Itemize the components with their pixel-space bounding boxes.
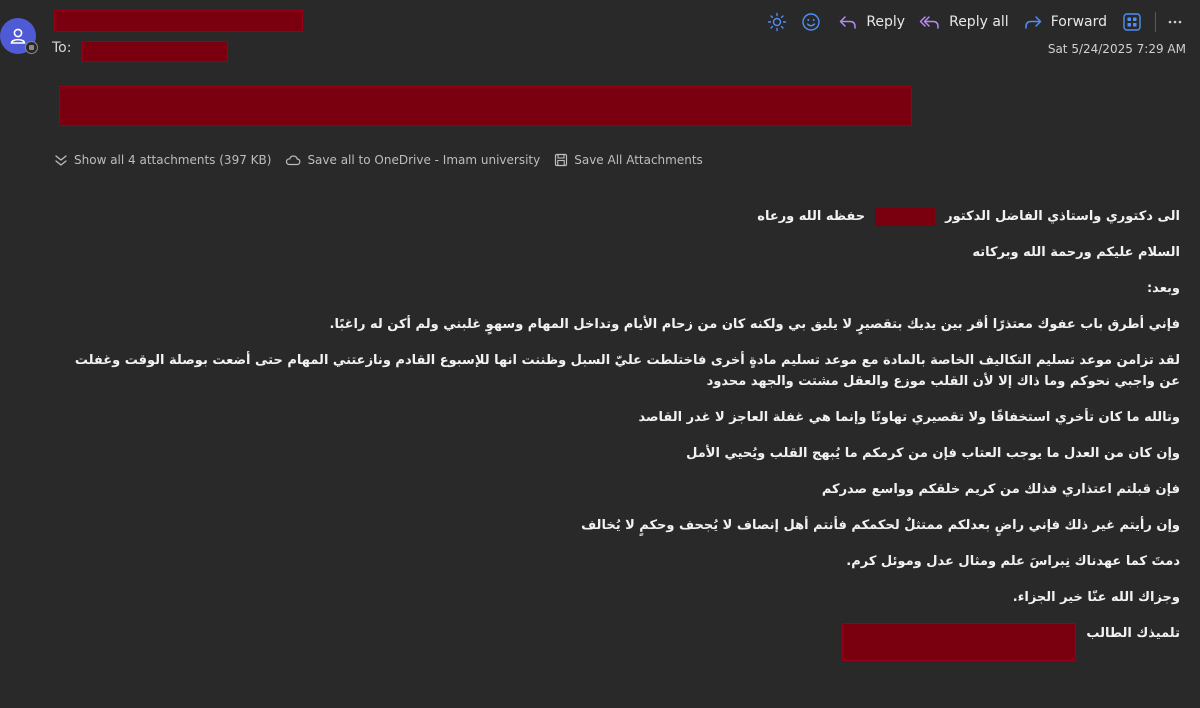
paragraph-7: دمتَ كما عهدناك نِبراسَ علم ومثال عدل وم…	[846, 554, 1180, 569]
forward-button[interactable]: Forward	[1023, 13, 1107, 31]
reply-icon	[840, 16, 857, 29]
save-to-onedrive-label: Save all to OneDrive - Imam university	[307, 153, 541, 167]
opening-line: وبعد:	[1146, 281, 1180, 296]
chevrons-icon	[55, 155, 67, 166]
save-all-attachments-button[interactable]: Save All Attachments	[554, 153, 703, 167]
reply-label: Reply	[866, 14, 906, 30]
show-all-attachments-label: Show all 4 attachments (397 KB)	[74, 153, 272, 167]
recipient-redacted	[82, 41, 228, 62]
reply-all-icon	[919, 16, 939, 29]
message-body: الى دكتوري واستاذي الفاضل الدكتور حفظه ال…	[60, 206, 1180, 661]
forward-label: Forward	[1050, 14, 1107, 30]
paragraph-4: وإن كان من العدل ما يوجب العتاب فإن من ك…	[686, 446, 1180, 461]
reply-all-label: Reply all	[949, 14, 1009, 30]
greeting-text: الى دكتوري واستاذي الفاضل الدكتور	[945, 209, 1180, 224]
apps-icon	[1123, 13, 1141, 31]
subject-redacted	[59, 86, 912, 126]
greeting-line: الى دكتوري واستاذي الفاضل الدكتور حفظه ال…	[60, 206, 1180, 227]
smiley-icon	[802, 13, 821, 31]
reply-button[interactable]: Reply	[838, 13, 905, 31]
salam-line: السلام عليكم ورحمة الله وبركاته	[972, 245, 1180, 260]
presence-badge	[25, 41, 38, 54]
reply-all-button[interactable]: Reply all	[919, 13, 1009, 31]
more-actions-button[interactable]	[1164, 14, 1186, 30]
avatar-icon	[10, 28, 26, 44]
paragraph-1: فإني أطرق باب عفوك معتذرًا أقر بين يديك …	[329, 317, 1180, 332]
message-date: Sat 5/24/2025 7:29 AM	[1047, 42, 1186, 56]
toolbar-divider	[1155, 12, 1156, 32]
to-label: To:	[52, 40, 72, 56]
apps-button[interactable]	[1119, 9, 1145, 35]
immersive-reader-button[interactable]	[764, 9, 790, 35]
save-all-attachments-label: Save All Attachments	[574, 153, 703, 167]
attachments-bar: Show all 4 attachments (397 KB) Save all…	[54, 150, 717, 170]
cloud-icon	[286, 155, 301, 166]
save-to-onedrive-button[interactable]: Save all to OneDrive - Imam university	[285, 153, 540, 167]
signature-text: تلميذك الطالب	[1086, 626, 1180, 641]
paragraph-2: لقد تزامن موعد تسليم التكاليف الخاصة بال…	[74, 353, 1180, 389]
signature-row: تلميذك الطالب	[60, 623, 1180, 661]
greeting-blessing: حفظه الله ورعاه	[757, 209, 866, 224]
show-all-attachments-button[interactable]: Show all 4 attachments (397 KB)	[54, 153, 271, 167]
save-icon	[555, 153, 568, 167]
doctor-name-redacted	[875, 207, 936, 226]
more-icon	[1168, 20, 1182, 24]
paragraph-3: وتالله ما كان تأخري استخفافًا ولا تقصيري…	[638, 410, 1180, 425]
reactions-button[interactable]	[798, 9, 824, 35]
sun-icon	[768, 12, 787, 32]
paragraph-6: وإن رأيتم غير ذلك فإني راضٍ بعدلكم ممتثل…	[581, 518, 1180, 533]
paragraph-5: فإن قبلتم اعتذاري فذلك من كريم خلقكم ووا…	[821, 482, 1180, 497]
forward-icon	[1024, 16, 1041, 29]
sender-name-redacted	[54, 10, 303, 32]
message-toolbar: Reply Reply all Forward	[756, 9, 1186, 35]
paragraph-8: وجزاك الله عنّا خير الجزاء.	[1012, 590, 1180, 605]
signature-name-redacted	[842, 623, 1077, 661]
